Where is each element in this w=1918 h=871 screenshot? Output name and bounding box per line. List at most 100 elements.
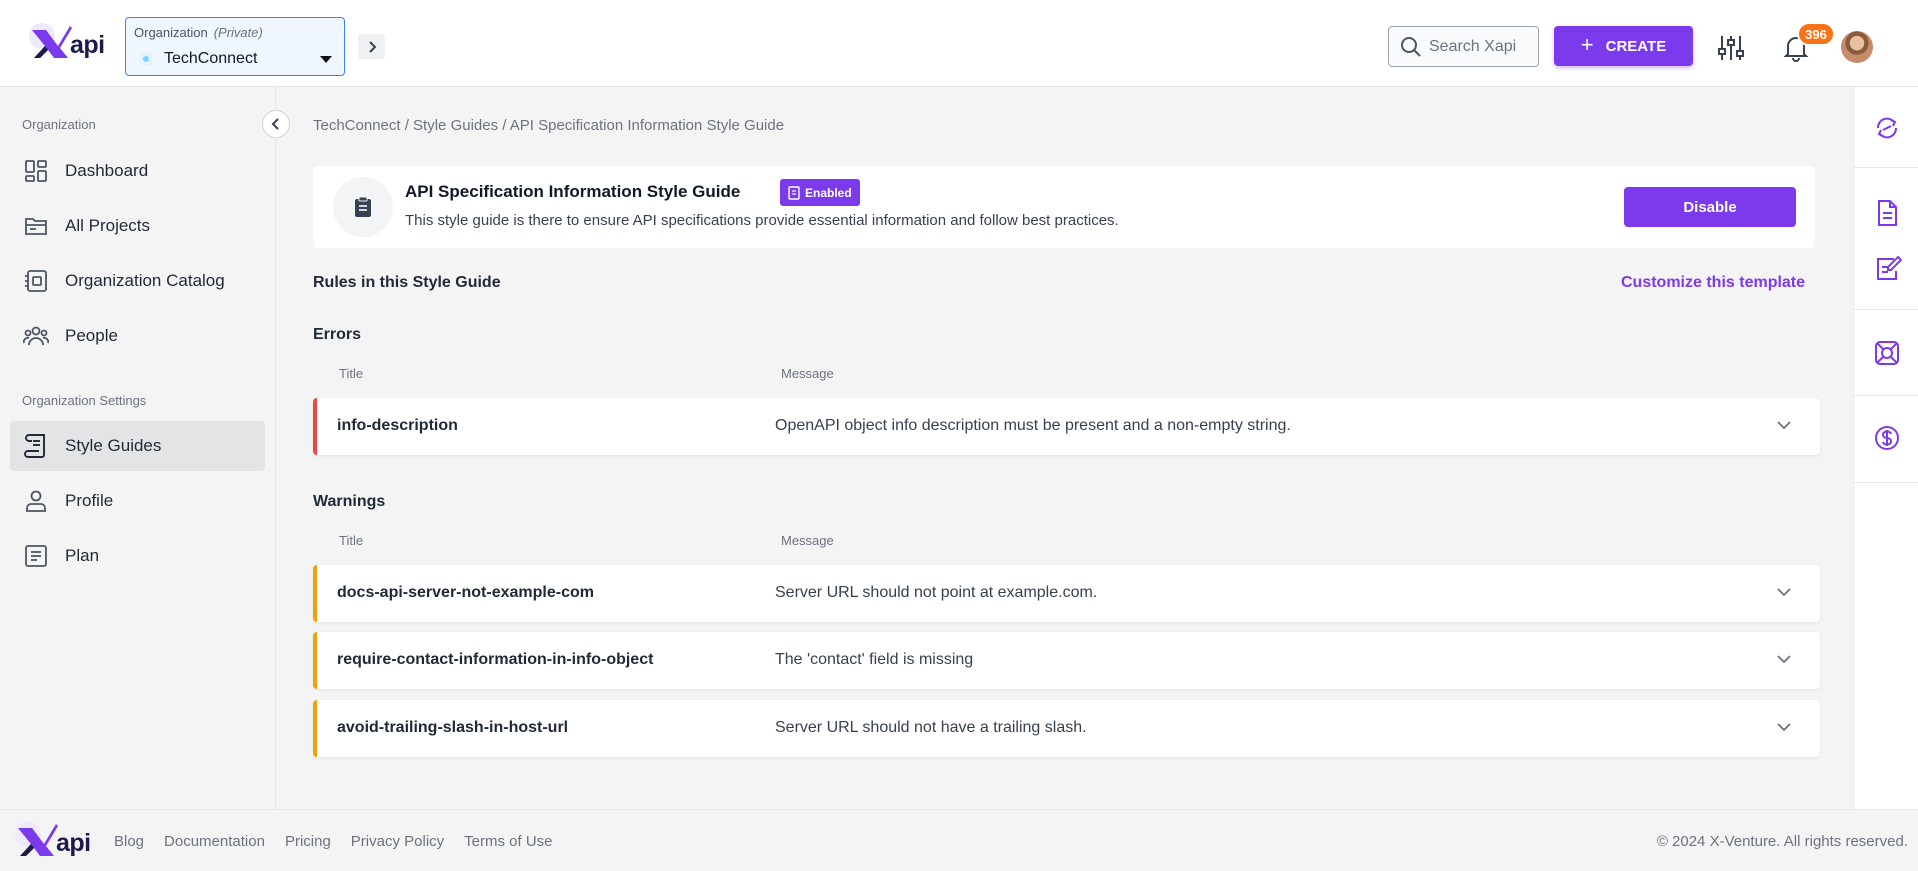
org-caption: Organization (Private): [134, 25, 263, 40]
warning-rule-row[interactable]: docs-api-server-not-example-com Server U…: [313, 565, 1820, 622]
notification-badge: 396: [1797, 22, 1835, 46]
column-header-title: Title: [339, 533, 364, 548]
style-guide-card: API Specification Information Style Guid…: [313, 166, 1815, 248]
column-header-message: Message: [781, 533, 834, 548]
create-button[interactable]: + CREATE: [1554, 26, 1693, 66]
rule-message: OpenAPI object info description must be …: [775, 417, 1291, 434]
footer-link-privacy-policy[interactable]: Privacy Policy: [351, 833, 444, 850]
rule-title: require-contact-information-in-info-obje…: [337, 651, 654, 668]
shield-icon: [788, 185, 800, 200]
chevron-down-icon[interactable]: [1776, 586, 1792, 598]
sidebar-item-plan[interactable]: Plan: [10, 531, 265, 581]
footer-link-terms-of-use[interactable]: Terms of Use: [464, 833, 552, 850]
disable-button[interactable]: Disable: [1624, 187, 1796, 227]
chevron-left-icon: [271, 118, 279, 130]
rule-title: info-description: [337, 417, 458, 434]
lifebuoy-icon[interactable]: [1874, 340, 1900, 366]
rail-divider: [1854, 167, 1918, 168]
search-input[interactable]: [1429, 27, 1534, 66]
caret-down-icon: [320, 56, 332, 63]
sidebar-item-label: Profile: [65, 491, 114, 510]
xapi-logo[interactable]: api: [28, 22, 105, 62]
user-avatar[interactable]: [1841, 31, 1873, 63]
search-icon: [1401, 37, 1421, 57]
org-avatar-icon: [140, 53, 152, 65]
logo-x-icon: [15, 821, 58, 856]
plan-icon: [25, 545, 47, 567]
sliders-icon[interactable]: [1718, 34, 1744, 62]
expand-button[interactable]: [358, 34, 385, 59]
rail-divider: [1854, 395, 1918, 396]
rule-title: docs-api-server-not-example-com: [337, 584, 594, 601]
status-badge: Enabled: [780, 179, 860, 206]
rail-divider: [1854, 482, 1918, 483]
sidebar-item-people[interactable]: People: [10, 311, 265, 361]
footer-logo[interactable]: api: [14, 820, 91, 860]
clipboard-icon: [333, 177, 393, 237]
plus-icon: +: [1580, 31, 1594, 57]
rule-message: The 'contact' field is missing: [775, 651, 974, 668]
sidebar-item-dashboard[interactable]: Dashboard: [10, 146, 265, 196]
logo-text: api: [70, 31, 105, 59]
search-box[interactable]: [1388, 26, 1539, 67]
sidebar-item-label: Dashboard: [65, 161, 149, 180]
error-rule-row[interactable]: info-description OpenAPI object info des…: [313, 398, 1820, 455]
folder-icon: [25, 218, 47, 235]
warning-rule-row[interactable]: require-contact-information-in-info-obje…: [313, 632, 1820, 689]
footer-links: Blog Documentation Pricing Privacy Polic…: [114, 833, 553, 850]
logo-x-icon: [29, 23, 72, 58]
profile-icon: [26, 490, 46, 512]
sync-icon[interactable]: [1874, 115, 1900, 141]
logo-text: api: [56, 829, 91, 857]
sidebar-item-label: All Projects: [65, 216, 151, 235]
sidebar-item-label: Organization Catalog: [65, 271, 225, 290]
rules-heading: Rules in this Style Guide: [313, 274, 501, 291]
sidebar-item-style-guides[interactable]: Style Guides: [10, 421, 265, 471]
sidebar-item-label: Style Guides: [65, 436, 162, 455]
customize-template-link[interactable]: Customize this template: [1621, 274, 1805, 292]
sidebar-item-label: People: [65, 326, 118, 345]
sidebar-item-all-projects[interactable]: All Projects: [10, 201, 265, 251]
collapse-sidebar-button[interactable]: [262, 110, 290, 138]
chevron-right-icon: [368, 40, 376, 53]
rail-divider: [1854, 309, 1918, 310]
dashboard-icon: [25, 160, 47, 182]
breadcrumb[interactable]: TechConnect / Style Guides / API Specifi…: [313, 117, 784, 134]
catalog-icon: [25, 270, 47, 292]
warning-rule-row[interactable]: avoid-trailing-slash-in-host-url Server …: [313, 700, 1820, 757]
top-bar: api Organization(Private) TechConnect + …: [0, 0, 1918, 87]
sidebar-section-organization: Organization: [22, 117, 96, 132]
style-guide-icon: [24, 434, 45, 458]
column-header-message: Message: [781, 366, 834, 381]
organization-selector[interactable]: Organization (Private) TechConnect: [125, 17, 345, 76]
sidebar-section-settings: Organization Settings: [22, 393, 147, 408]
column-header-title: Title: [339, 366, 364, 381]
rule-message: Server URL should not have a trailing sl…: [775, 719, 1087, 736]
chevron-down-icon[interactable]: [1776, 419, 1792, 431]
errors-heading: Errors: [313, 326, 362, 343]
dollar-icon[interactable]: [1874, 425, 1900, 451]
create-label: CREATE: [1605, 37, 1667, 55]
sidebar-item-label: Plan: [65, 546, 100, 565]
rule-title: avoid-trailing-slash-in-host-url: [337, 719, 569, 736]
edit-document-icon[interactable]: [1874, 255, 1902, 283]
right-rail: [1853, 87, 1918, 809]
sidebar-item-organization-catalog[interactable]: Organization Catalog: [10, 256, 265, 306]
footer-link-pricing[interactable]: Pricing: [285, 833, 331, 850]
footer-link-documentation[interactable]: Documentation: [164, 833, 265, 850]
footer: api Blog Documentation Pricing Privacy P…: [0, 809, 1918, 871]
document-icon[interactable]: [1874, 199, 1900, 227]
sidebar-item-profile[interactable]: Profile: [10, 476, 265, 526]
style-guide-description: This style guide is there to ensure API …: [405, 212, 1119, 229]
copyright: © 2024 X-Venture. All rights reserved.: [1656, 833, 1908, 850]
left-sidebar: Organization Dashboard All Projects Orga…: [0, 87, 276, 809]
org-privacy: (Private): [213, 25, 263, 40]
warnings-heading: Warnings: [313, 493, 386, 510]
rule-message: Server URL should not point at example.c…: [775, 584, 1098, 601]
chevron-down-icon[interactable]: [1776, 653, 1792, 665]
people-icon: [23, 326, 49, 346]
footer-link-blog[interactable]: Blog: [114, 833, 144, 850]
page-title: API Specification Information Style Guid…: [405, 182, 741, 201]
org-name: TechConnect: [164, 50, 258, 67]
chevron-down-icon[interactable]: [1776, 721, 1792, 733]
